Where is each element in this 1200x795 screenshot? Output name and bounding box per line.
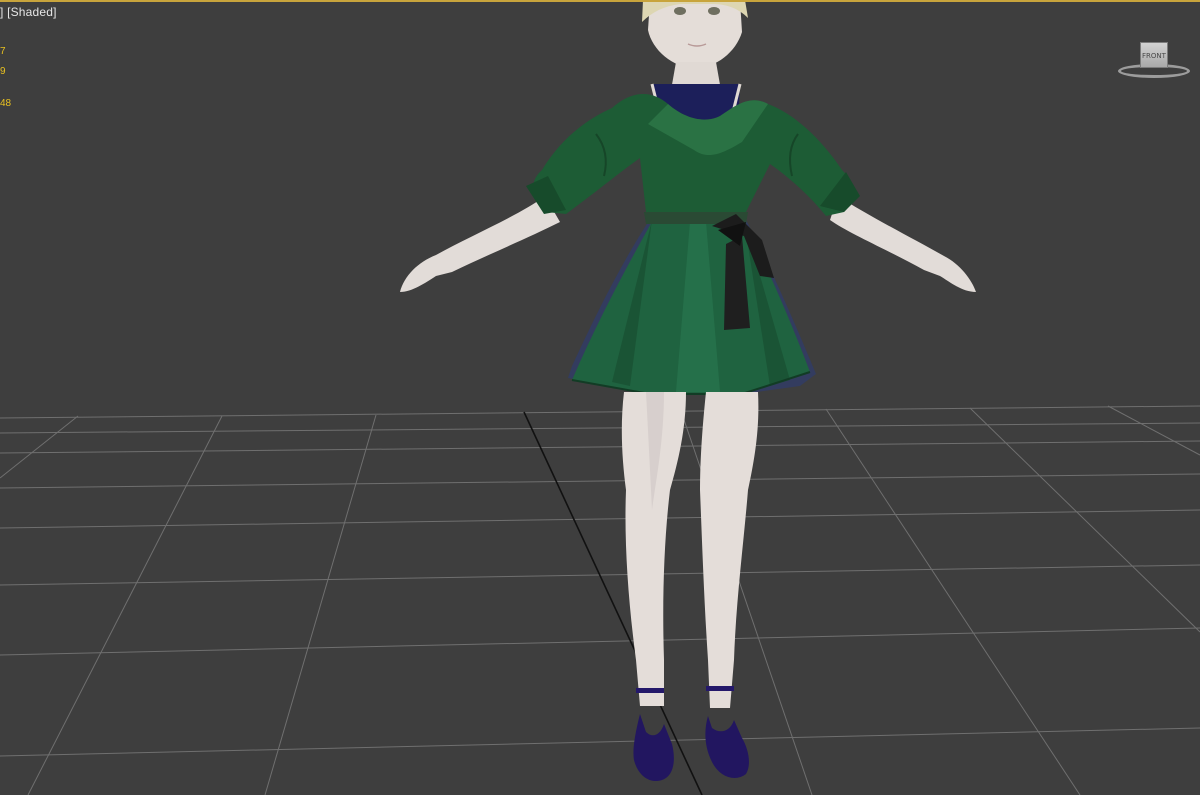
active-viewport-border bbox=[0, 0, 1200, 2]
viewcube[interactable]: FRONT bbox=[1114, 38, 1194, 82]
viewcube-icon[interactable]: FRONT bbox=[1140, 42, 1168, 68]
head bbox=[642, 0, 748, 68]
viewport-scene[interactable] bbox=[0, 0, 1200, 795]
skirt bbox=[568, 216, 816, 395]
stat-line-3: 48 bbox=[0, 98, 12, 109]
stat-line-1: 7 bbox=[0, 46, 6, 57]
legs bbox=[621, 392, 759, 708]
perspective-viewport[interactable]: ] [Shaded] 7 9 48 FRONT bbox=[0, 0, 1200, 795]
viewcube-face-label: FRONT bbox=[1142, 52, 1166, 60]
stat-line-2: 9 bbox=[0, 66, 6, 77]
character-model[interactable] bbox=[400, 0, 976, 782]
ground-grid bbox=[0, 405, 1200, 795]
viewport-label[interactable]: ] [Shaded] bbox=[0, 5, 57, 19]
